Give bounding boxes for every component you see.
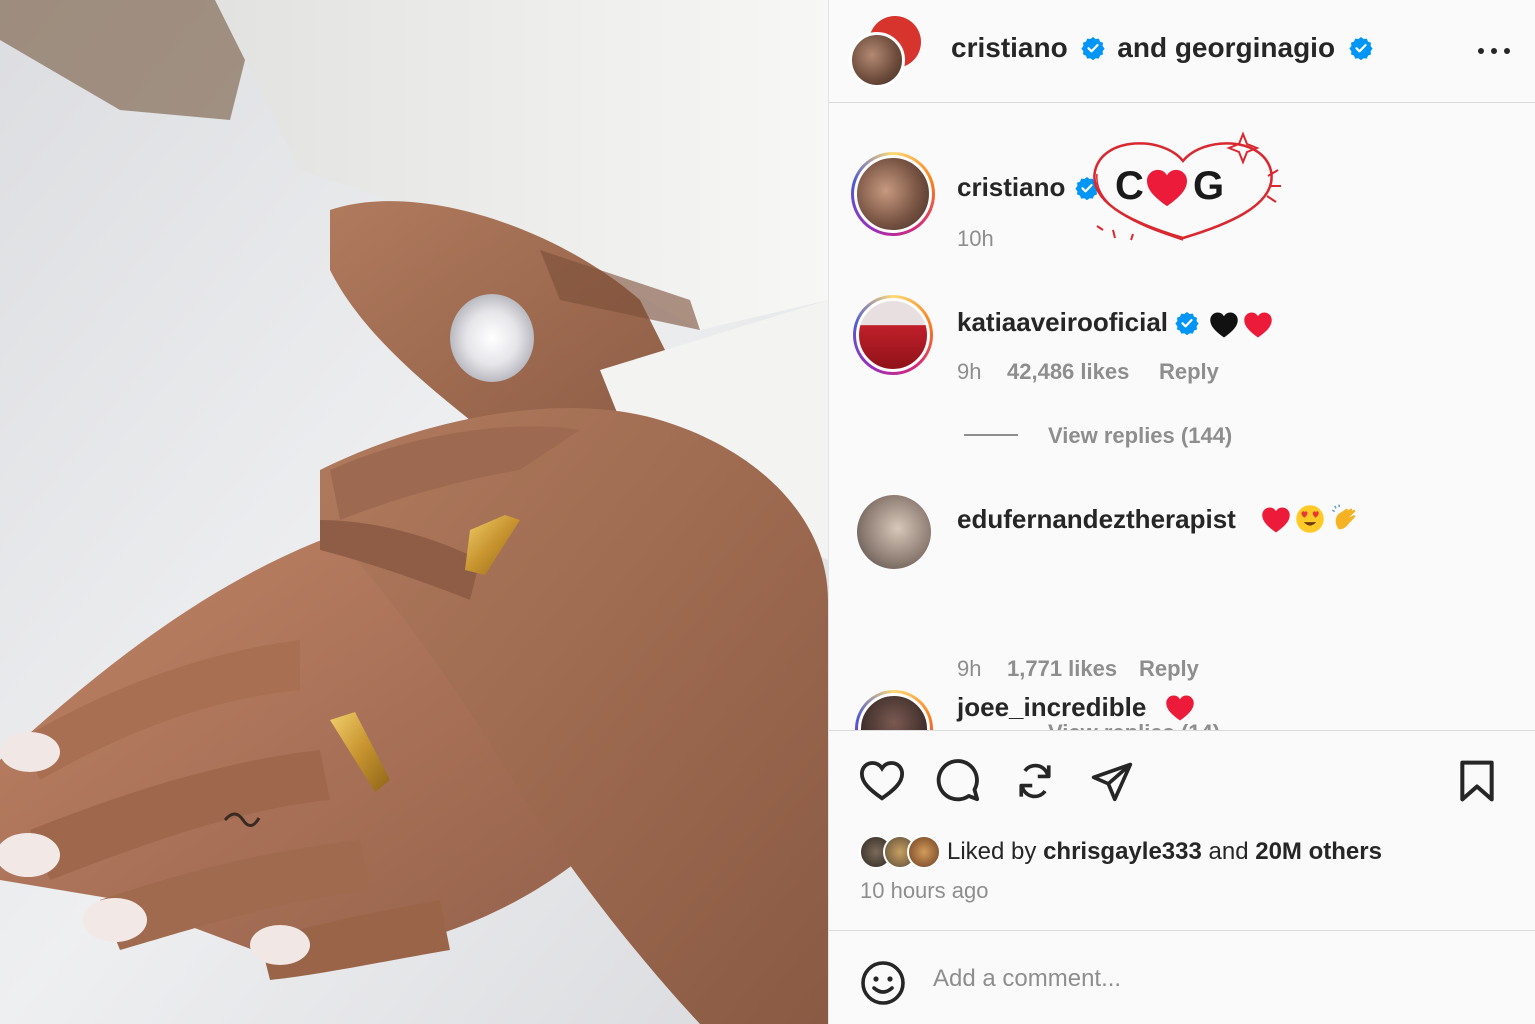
caption-avatar[interactable]	[851, 152, 935, 236]
red-heart-icon	[1166, 695, 1194, 721]
liked-by-text[interactable]: Liked by chrisgayle333 and 20M others	[947, 838, 1382, 866]
header-conjunction: and	[1117, 32, 1168, 63]
comment-time: 9h	[957, 359, 982, 384]
emoji-smiley-icon[interactable]	[859, 959, 907, 1007]
add-comment-input[interactable]	[933, 961, 1493, 997]
red-heart-icon	[1147, 169, 1187, 207]
header-user1[interactable]: cristiano	[951, 32, 1068, 63]
comment-avatar[interactable]	[853, 295, 933, 375]
comment-item: joee_incredible	[829, 684, 1535, 730]
header-title: cristiano and georginagio	[951, 32, 1373, 64]
replies-divider	[964, 434, 1018, 436]
caption-text-right: G	[1193, 164, 1225, 208]
more-options-icon[interactable]	[1476, 36, 1512, 66]
post-panel: cristiano and georginagio cristiano C G …	[828, 0, 1535, 1024]
black-heart-icon	[1210, 312, 1238, 338]
comment-avatar[interactable]	[857, 495, 931, 569]
comment-likes[interactable]: 42,486 likes	[1007, 359, 1129, 385]
header-avatars[interactable]	[849, 16, 925, 88]
clapping-hands-icon	[1331, 504, 1356, 530]
repost-icon[interactable]	[1013, 759, 1057, 803]
comment-bubble-icon[interactable]	[935, 757, 981, 803]
red-heart-icon	[1262, 507, 1290, 533]
save-bookmark-icon[interactable]	[1457, 759, 1497, 803]
post-photo[interactable]	[0, 0, 828, 1024]
like-heart-icon[interactable]	[859, 759, 905, 803]
comments-list[interactable]: cristiano C G 10h katiaaveirooficial 9h …	[829, 104, 1535, 730]
liked-by-user[interactable]: chrisgayle333	[1043, 838, 1202, 865]
verified-badge-icon	[1175, 312, 1199, 335]
red-heart-icon	[1244, 312, 1272, 338]
header-user2[interactable]: georginagio	[1175, 32, 1335, 63]
comment-item: katiaaveirooficial 9h 42,486 likes Reply…	[829, 289, 1535, 469]
reply-button[interactable]: Reply	[1159, 359, 1219, 385]
heart-eyes-icon	[1296, 505, 1324, 533]
liked-by-prefix: Liked by	[947, 838, 1037, 865]
liked-by-others[interactable]: 20M others	[1255, 838, 1382, 865]
comment-username[interactable]: joee_incredible	[957, 692, 1146, 723]
add-comment-row	[829, 930, 1535, 1024]
caption: cristiano C G 10h	[829, 104, 1535, 274]
post-time: 10 hours ago	[860, 878, 989, 903]
reply-button[interactable]: Reply	[1139, 656, 1199, 682]
share-send-icon[interactable]	[1089, 759, 1135, 803]
liked-by-row: Liked by chrisgayle333 and 20M others	[859, 834, 1382, 870]
liker-avatar[interactable]	[907, 835, 941, 869]
comment-time: 9h	[957, 656, 982, 681]
comment-username[interactable]: katiaaveirooficial	[957, 307, 1168, 338]
comment-avatar[interactable]	[855, 690, 933, 730]
liked-by-middle: and	[1208, 838, 1249, 865]
verified-badge-icon	[1081, 37, 1106, 60]
comment-username[interactable]: edufernandeztherapist	[957, 504, 1236, 535]
caption-username[interactable]: cristiano	[957, 172, 1065, 203]
wedding-rings-photo	[0, 0, 828, 1024]
caption-time: 10h	[957, 226, 994, 251]
comment-likes[interactable]: 1,771 likes	[1007, 656, 1117, 682]
verified-badge-icon	[1349, 37, 1373, 60]
red-heart-icon	[1261, 607, 1291, 635]
comment-item: edufernandeztherapist 9h 1,771 likes Rep…	[829, 489, 1535, 730]
post-header: cristiano and georginagio	[829, 0, 1535, 103]
view-replies-button[interactable]: View replies (144)	[1048, 423, 1232, 449]
caption-text-left: C	[1115, 164, 1144, 208]
